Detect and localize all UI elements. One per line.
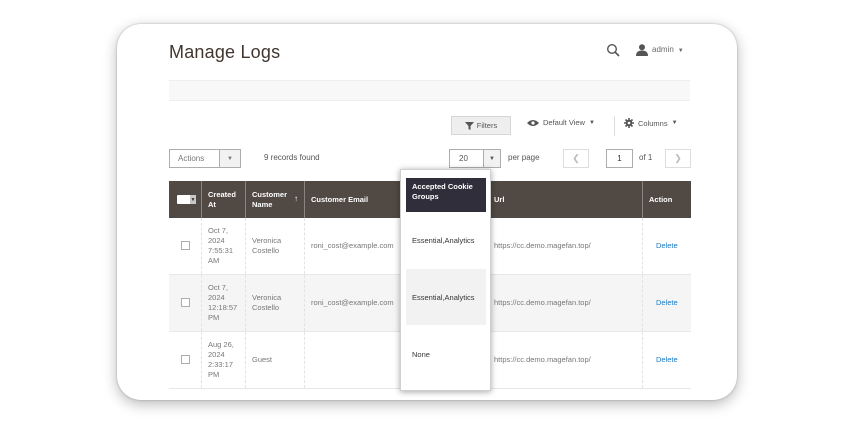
filters-button[interactable]: Filters [451,116,511,135]
column-customer-name-label: Customer Name [252,189,288,209]
admin-username: admin [652,45,674,54]
mass-select-checkbox[interactable]: ▼ [177,195,196,204]
column-customer-name[interactable]: Customer Name ↑ [246,181,305,218]
action-cell: Delete [643,218,691,274]
page-title: Manage Logs [169,42,281,62]
toolbar-divider [614,116,615,136]
accepted-groups-cell: None [412,349,430,359]
actions-select[interactable]: Actions ▼ [169,149,241,168]
admin-user-menu[interactable]: admin ▼ [652,45,684,54]
columns-label: Columns [638,118,668,128]
chevron-down-icon: ▼ [219,150,240,167]
row-checkbox[interactable] [181,241,190,250]
delete-link[interactable]: Delete [656,241,678,251]
chevron-right-icon: ❯ [674,153,682,163]
next-page-button[interactable]: ❯ [665,149,691,168]
action-cell: Delete [643,275,691,331]
created-at-cell: Oct 7, 2024 7:55:31 AM [202,218,246,274]
row-select-cell [169,275,202,331]
dragged-column-accepted-cookie-groups[interactable]: Accepted Cookie Groups Essential,Analyti… [400,169,491,391]
gear-icon [624,118,634,128]
filters-label: Filters [476,121,498,130]
chevron-down-icon: ▼ [588,119,595,126]
url-cell: https://cc.demo.magefan.top/ [488,332,643,388]
url-cell: https://cc.demo.magefan.top/ [488,218,643,274]
eye-icon [527,119,539,126]
records-count: 9 records found [264,153,320,162]
notice-bar [169,80,690,101]
column-url[interactable]: Url [488,181,643,218]
row-select-cell [169,332,202,388]
column-accepted-cookie-groups[interactable]: Accepted Cookie Groups [406,178,486,212]
user-icon[interactable] [635,44,649,56]
per-page-label: per page [508,153,540,162]
customer-name-cell: Guest [246,332,305,388]
per-page-value: 20 [459,154,468,163]
per-page-select[interactable]: 20 ▼ [449,149,501,168]
admin-window: Manage Logs admin ▼ Filters Default View … [117,24,737,400]
page-number-input[interactable]: 1 [606,149,633,168]
action-cell: Delete [643,332,691,388]
mass-select-header[interactable]: ▼ [169,181,202,218]
accepted-groups-cell: Essential,Analytics [412,235,475,245]
page-count: of 1 [639,153,653,162]
accepted-groups-cell: Essential,Analytics [406,269,486,325]
default-view-dropdown[interactable]: Default View ▼ [527,118,595,127]
default-view-label: Default View [543,118,585,127]
created-at-cell: Oct 7, 2024 12:18:57 PM [202,275,246,331]
chevron-down-icon: ▼ [671,120,678,126]
chevron-down-icon: ▼ [677,48,684,54]
previous-page-button[interactable]: ❮ [563,149,589,168]
delete-link[interactable]: Delete [656,298,678,308]
chevron-down-icon: ▼ [483,150,500,167]
created-at-cell: Aug 26, 2024 2:33:17 PM [202,332,246,388]
row-checkbox[interactable] [181,355,190,364]
search-icon[interactable] [606,43,620,57]
actions-label: Actions [178,154,205,163]
row-select-cell [169,218,202,274]
delete-link[interactable]: Delete [656,355,678,365]
customer-name-cell: Veronica Costello [246,218,305,274]
filter-icon [464,121,474,130]
columns-dropdown[interactable]: Columns ▼ [624,118,678,128]
url-cell: https://cc.demo.magefan.top/ [488,275,643,331]
row-checkbox[interactable] [181,298,190,307]
column-action: Action [649,194,673,204]
chevron-down-icon: ▼ [190,195,196,204]
chevron-left-icon: ❮ [572,153,580,163]
sort-arrow-icon: ↑ [294,194,298,203]
column-created-at[interactable]: Created At [202,181,246,218]
customer-name-cell: Veronica Costello [246,275,305,331]
